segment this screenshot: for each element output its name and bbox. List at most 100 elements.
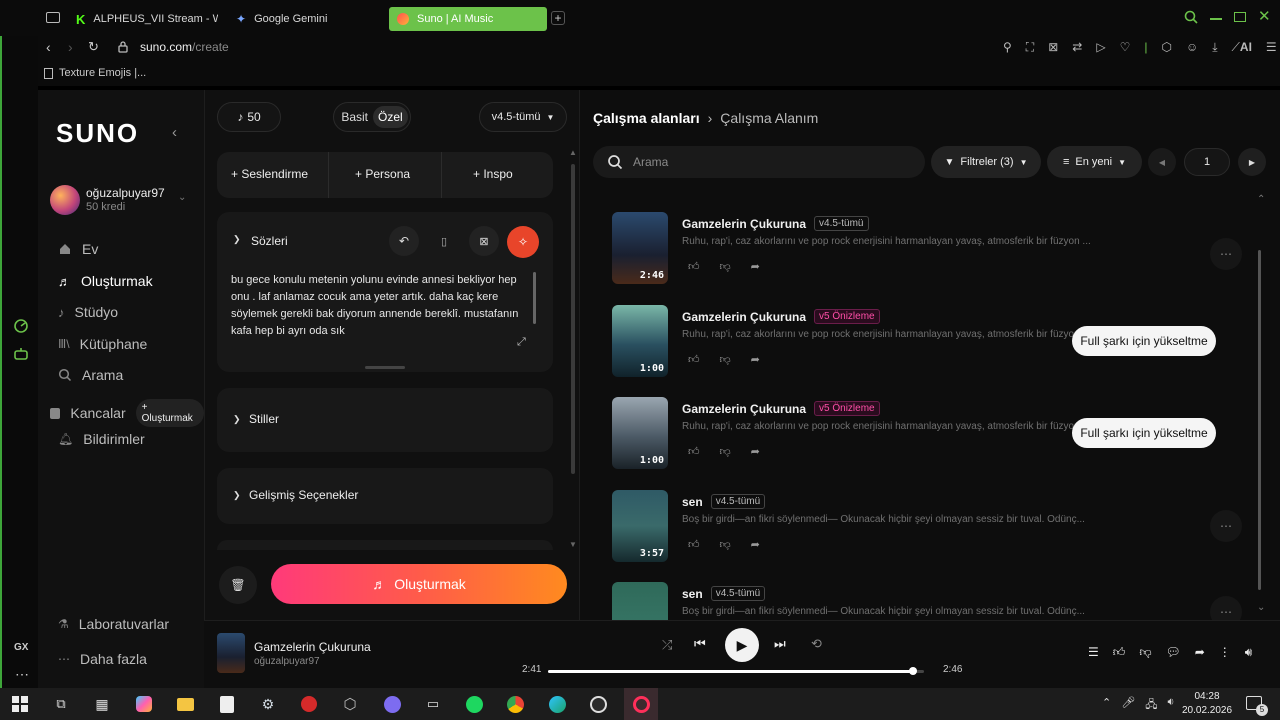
- chrome-icon[interactable]: [503, 692, 527, 716]
- steam-icon[interactable]: ⚙: [256, 692, 280, 716]
- extensions-icon[interactable]: ⬡: [1161, 40, 1171, 55]
- play-icon[interactable]: ▷: [1096, 40, 1105, 55]
- next-page-button[interactable]: ▶: [1238, 148, 1266, 176]
- collapse-sidebar-icon[interactable]: ‹: [172, 124, 177, 141]
- queue-icon[interactable]: ☰: [1088, 645, 1099, 660]
- user-profile[interactable]: oğuzalpuyar97 50 kredi ⌄: [50, 185, 198, 217]
- player-artwork[interactable]: [217, 633, 245, 673]
- clear-icon[interactable]: ⊠: [469, 226, 499, 256]
- reload-icon[interactable]: ↻: [88, 39, 99, 55]
- song-thumbnail[interactable]: 1:00: [612, 305, 668, 377]
- song-row[interactable]: 3:57 sen v4.5-tümü Boş bir girdi—an fikr…: [612, 490, 1252, 570]
- close-icon[interactable]: ✕: [1258, 7, 1271, 25]
- more-icon[interactable]: ⋮: [1219, 645, 1231, 660]
- add-inspo-button[interactable]: + Inspo: [473, 167, 513, 181]
- song-thumbnail[interactable]: [612, 582, 668, 620]
- share-icon[interactable]: ➦: [751, 538, 760, 551]
- opera-gx-taskbar-icon[interactable]: [624, 688, 658, 720]
- magic-wand-icon[interactable]: ✧: [507, 226, 539, 258]
- song-title[interactable]: sen: [682, 495, 703, 509]
- performance-icon[interactable]: [13, 318, 29, 334]
- sidebar-item-home[interactable]: Ev: [58, 241, 98, 257]
- tray-expand-icon[interactable]: ⌃: [1102, 696, 1111, 715]
- page-number[interactable]: 1: [1184, 148, 1230, 176]
- maximize-icon[interactable]: [1234, 12, 1246, 22]
- thumbs-down-icon[interactable]: 👎︎: [720, 353, 731, 366]
- screenshot-icon[interactable]: ⛶: [1026, 40, 1034, 55]
- lock-icon[interactable]: [118, 41, 128, 53]
- sidebar-item-labs[interactable]: ⚗ Laboratuvarlar: [58, 616, 169, 632]
- new-tab-button[interactable]: +: [551, 11, 565, 25]
- profile-icon[interactable]: ☺: [1186, 40, 1198, 55]
- next-icon[interactable]: ⏭︎: [774, 636, 786, 652]
- lyrics-scrollbar[interactable]: [533, 272, 536, 324]
- thumbs-up-icon[interactable]: 👍︎: [688, 538, 700, 551]
- translate-icon[interactable]: ⇄: [1072, 40, 1082, 55]
- task-view-icon[interactable]: ⧉: [49, 692, 73, 716]
- thumbs-down-icon[interactable]: 👎︎: [720, 260, 731, 273]
- mode-basic-tab[interactable]: Basit: [336, 106, 373, 128]
- edge-icon[interactable]: [545, 692, 569, 716]
- song-title[interactable]: Gamzelerin Çukuruna: [682, 217, 806, 231]
- windows-start-icon[interactable]: [8, 692, 32, 716]
- create-button[interactable]: ♬ Oluşturmak: [271, 564, 567, 604]
- player-title[interactable]: Gamzelerin Çukuruna: [254, 640, 371, 654]
- lyrics-title[interactable]: Sözleri: [251, 234, 288, 248]
- thumbs-down-icon[interactable]: 👎︎: [720, 538, 731, 551]
- song-thumbnail[interactable]: 1:00: [612, 397, 668, 469]
- share-icon[interactable]: ➦: [751, 260, 760, 273]
- sort-button[interactable]: ≡ En yeni ▼: [1047, 146, 1142, 178]
- thumbs-up-icon[interactable]: 👍︎: [688, 445, 700, 458]
- song-more-button[interactable]: ⋯: [1210, 596, 1242, 620]
- progress-knob[interactable]: [908, 667, 917, 675]
- tab-menu-icon[interactable]: [46, 12, 60, 23]
- credits-button[interactable]: ♪ 50: [217, 102, 281, 132]
- create-hook-button[interactable]: + Oluşturmak: [135, 399, 204, 427]
- song-row[interactable]: sen v4.5-tümü Boş bir girdi—an fikri söy…: [612, 582, 1252, 620]
- more-icon[interactable]: ⋯: [15, 666, 29, 683]
- speaker-icon[interactable]: 🔉︎: [1167, 696, 1174, 715]
- tab-alpheus[interactable]: K ALPHEUS_VII Stream - Wa: [68, 7, 218, 31]
- block-icon[interactable]: ⊠: [1048, 40, 1058, 55]
- suno-logo[interactable]: SUNO: [56, 118, 139, 149]
- network-icon[interactable]: 🖧︎: [1145, 696, 1157, 715]
- song-title[interactable]: Gamzelerin Çukuruna: [682, 310, 806, 324]
- mode-custom-tab[interactable]: Özel: [373, 106, 408, 128]
- scroll-up-icon[interactable]: ▲: [569, 148, 577, 157]
- sidebar-item-notifications[interactable]: 🔔︎ Bildirimler: [58, 431, 145, 447]
- minimize-icon[interactable]: [1210, 18, 1222, 20]
- share-icon[interactable]: ➦: [1195, 645, 1205, 660]
- bookmark-icon[interactable]: ▯: [429, 226, 459, 256]
- scroll-up-icon[interactable]: ⌃: [1257, 194, 1265, 205]
- prev-page-button[interactable]: ◀: [1148, 148, 1176, 176]
- thumbs-up-icon[interactable]: 👍︎: [688, 353, 700, 366]
- search-input[interactable]: Arama: [593, 146, 925, 178]
- sidebar-item-search[interactable]: Arama: [58, 367, 123, 383]
- thumbs-up-icon[interactable]: 👍︎: [1113, 645, 1126, 660]
- microphone-icon[interactable]: 🎤︎: [1121, 696, 1135, 715]
- volume-icon[interactable]: 🔊︎: [1245, 645, 1253, 660]
- ai-button[interactable]: ⟋AI: [1232, 40, 1252, 55]
- song-thumbnail[interactable]: 2:46: [612, 212, 668, 284]
- trash-icon[interactable]: 🗑︎: [219, 566, 257, 604]
- workspace-scrollbar[interactable]: [1258, 250, 1261, 590]
- copilot-icon[interactable]: [132, 692, 156, 716]
- upgrade-button[interactable]: Full şarkı için yükseltme: [1072, 326, 1216, 356]
- search-icon[interactable]: [1184, 10, 1198, 24]
- bookmark-item[interactable]: Texture Emojis |...: [44, 67, 146, 79]
- song-title[interactable]: sen: [682, 587, 703, 601]
- resize-handle[interactable]: [365, 366, 405, 369]
- gx-control-icon[interactable]: [13, 346, 29, 362]
- share-icon[interactable]: ➦: [751, 445, 760, 458]
- advanced-options-section[interactable]: ❯ Gelişmiş Seçenekler: [217, 468, 553, 524]
- share-icon[interactable]: ➦: [751, 353, 760, 366]
- spotify-icon[interactable]: [462, 692, 486, 716]
- media-app-icon[interactable]: ▭: [421, 692, 445, 716]
- sidebar-item-create[interactable]: ♬ Oluşturmak: [58, 273, 153, 289]
- sidebar-item-hooks[interactable]: Kancalar + Oluşturmak: [50, 399, 204, 427]
- song-row[interactable]: 1:00 Gamzelerin Çukuruna v5 Önizleme Ruh…: [612, 397, 1252, 477]
- obs-icon[interactable]: [586, 692, 610, 716]
- game-launcher-icon[interactable]: [297, 692, 321, 716]
- pin-icon[interactable]: ⚲: [1003, 40, 1012, 55]
- back-icon[interactable]: ‹: [46, 39, 51, 55]
